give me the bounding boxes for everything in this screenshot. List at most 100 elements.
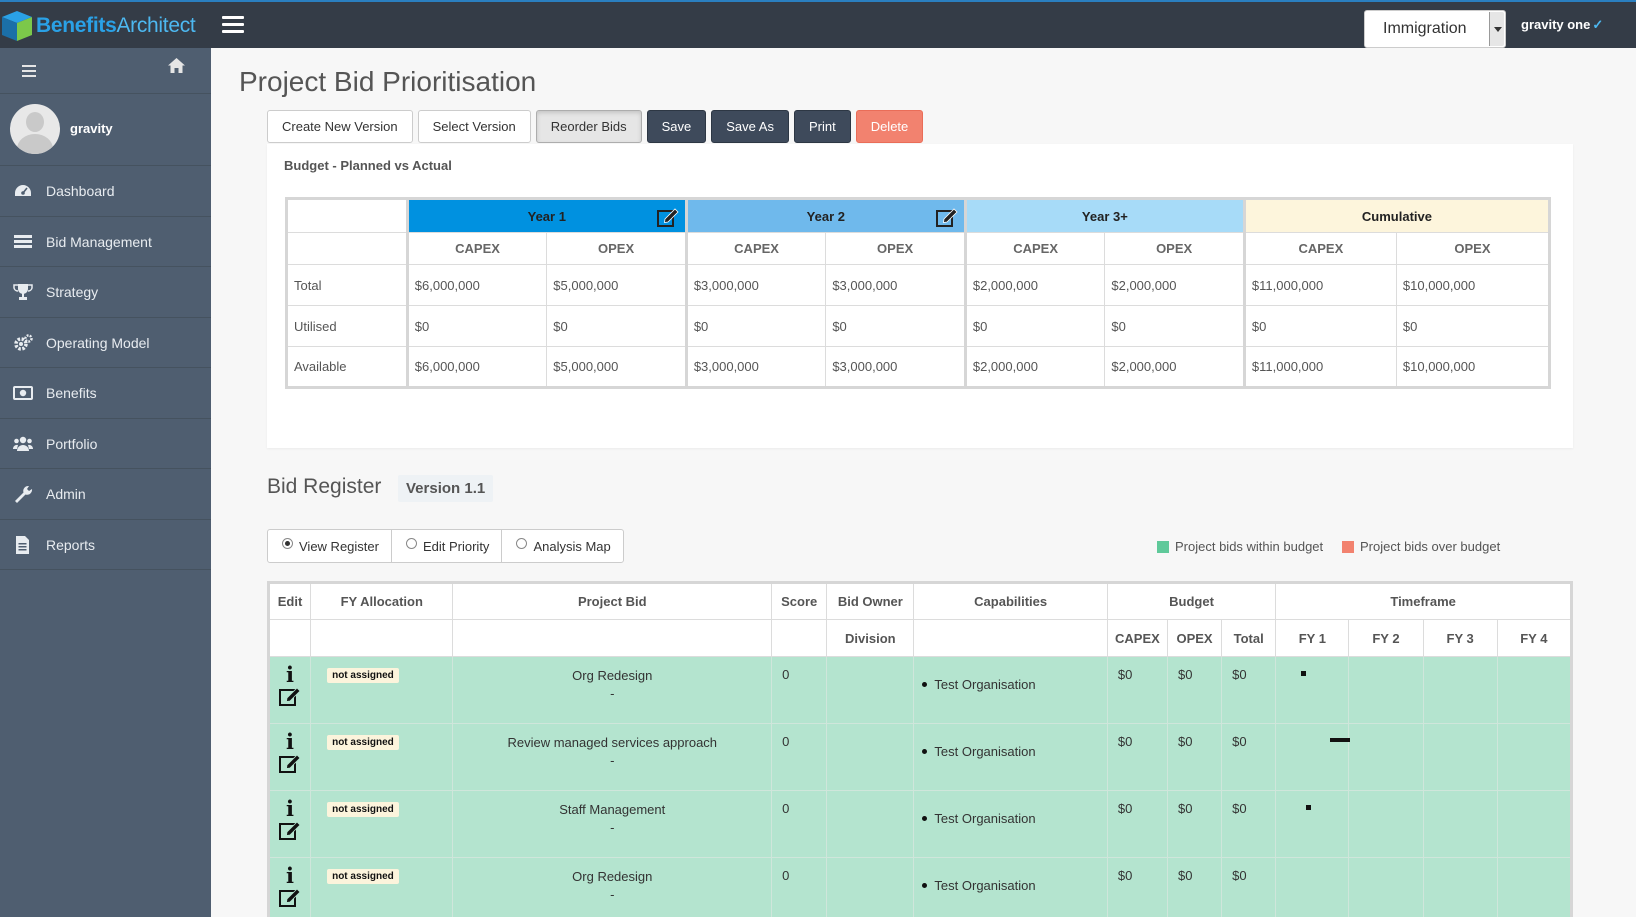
fy3-cell	[1422, 723, 1498, 791]
division-header[interactable]: Division	[826, 619, 915, 657]
table-row: i not assigned Staff Management - 0 Test …	[267, 790, 1573, 858]
capability-label: Test Organisation	[934, 811, 1036, 826]
edit-priority-radio[interactable]: Edit Priority	[392, 530, 503, 562]
sidebar-item-strategy[interactable]: Strategy	[0, 267, 211, 318]
create-version-button[interactable]: Create New Version	[267, 110, 413, 143]
sidebar-item-reports[interactable]: Reports	[0, 520, 211, 570]
edit-icon[interactable]	[279, 887, 301, 907]
bid-name[interactable]: Org Redesign	[453, 868, 771, 886]
capabilities-cell: Test Organisation	[913, 656, 1108, 724]
bid-name[interactable]: Review managed services approach	[453, 734, 771, 752]
info-icon[interactable]: i	[270, 664, 310, 685]
bid-name[interactable]: Staff Management	[453, 801, 771, 819]
fy-allocation-cell: not assigned	[310, 790, 454, 858]
file-icon	[16, 535, 29, 554]
capex-header: CAPEX	[963, 232, 1106, 265]
tenant-select[interactable]: Immigration	[1364, 10, 1506, 48]
print-button[interactable]: Print	[793, 110, 851, 143]
budget-cell: $5,000,000	[546, 346, 687, 388]
bullet-icon	[922, 816, 928, 821]
sidebar-item-label: Strategy	[46, 284, 99, 300]
opex-header: OPEX	[546, 232, 687, 265]
edit-icon[interactable]	[935, 207, 958, 227]
radio-unchecked-icon	[516, 537, 528, 549]
sidebar-item-admin[interactable]: Admin	[0, 469, 211, 520]
bid-name[interactable]: Org Redesign	[453, 667, 771, 685]
reorder-bids-button[interactable]: Reorder Bids	[535, 110, 642, 143]
sidebar-item-portfolio[interactable]: Portfolio	[0, 419, 211, 469]
edit-icon[interactable]	[279, 686, 301, 706]
opex-header: OPEX	[825, 232, 966, 265]
radio-label: View Register	[299, 538, 379, 554]
budget-cell: $0	[825, 305, 966, 347]
bid-owner-cell	[826, 723, 915, 791]
fy-allocation-header[interactable]: FY Allocation	[310, 582, 454, 620]
legend-within-budget: Project bids within budget	[1157, 539, 1323, 554]
total-cell: $0	[1221, 790, 1277, 858]
budget-cell: $11,000,000	[1242, 346, 1397, 388]
fy3-header: FY 3	[1422, 619, 1498, 657]
user-menu[interactable]: gravity one ✓	[1521, 17, 1603, 33]
empty-header-cell	[771, 619, 828, 657]
capabilities-cell: Test Organisation	[913, 723, 1108, 791]
budget-cell: $6,000,000	[405, 346, 548, 388]
edit-icon[interactable]	[656, 207, 679, 227]
view-register-radio[interactable]: View Register	[268, 530, 392, 562]
project-bid-header[interactable]: Project Bid	[452, 582, 773, 620]
version-badge: Version 1.1	[398, 475, 494, 502]
sidebar-item-benefits[interactable]: Benefits	[0, 368, 211, 419]
budget-row-total: Total $6,000,000 $5,000,000 $3,000,000 $…	[286, 264, 1551, 306]
score-header[interactable]: Score	[771, 582, 828, 620]
budget-cell: $10,000,000	[1395, 264, 1551, 306]
opex-col-header: OPEX	[1166, 619, 1223, 657]
project-bid-cell: Staff Management -	[452, 790, 773, 858]
edit-icon[interactable]	[279, 753, 301, 773]
capability-label: Test Organisation	[934, 878, 1036, 893]
budget-cell: $6,000,000	[405, 264, 548, 306]
empty-header-cell	[267, 619, 312, 657]
analysis-map-radio[interactable]: Analysis Map	[502, 530, 622, 562]
fy2-cell	[1348, 656, 1424, 724]
info-icon[interactable]: i	[270, 731, 310, 752]
allocation-badge: not assigned	[327, 802, 399, 817]
capabilities-cell: Test Organisation	[913, 790, 1108, 858]
bid-owner-header[interactable]: Bid Owner	[826, 582, 915, 620]
info-icon[interactable]: i	[270, 865, 310, 886]
capex-cell: $0	[1106, 723, 1168, 791]
home-icon[interactable]	[168, 58, 185, 78]
info-icon[interactable]: i	[270, 798, 310, 819]
sidebar-collapse-icon[interactable]	[22, 65, 36, 80]
select-version-button[interactable]: Select Version	[417, 110, 531, 143]
budget-cell: $3,000,000	[684, 346, 827, 388]
capabilities-header: Capabilities	[913, 582, 1108, 620]
cube-logo-icon	[2, 11, 32, 41]
opex-header: OPEX	[1395, 232, 1551, 265]
budget-cell: $0	[1395, 305, 1551, 347]
budget-table: Year 1 Year 2 Year 3+ Cumulative CAPEX O…	[285, 197, 1551, 389]
edit-col-header: Edit	[267, 582, 312, 620]
menu-toggle-icon[interactable]	[222, 16, 244, 34]
fy3-cell	[1422, 656, 1498, 724]
legend-swatch-red	[1342, 540, 1354, 553]
user-menu-name: gravity one	[1521, 17, 1591, 32]
save-as-button[interactable]: Save As	[711, 110, 789, 143]
bullet-icon	[922, 883, 928, 888]
year-3-header: Year 3+	[963, 198, 1245, 233]
version-toolbar: Create New Version Select Version Reorde…	[267, 110, 928, 143]
sidebar-item-dashboard[interactable]: Dashboard	[0, 166, 211, 217]
brand-logo-link[interactable]: BenefitsArchitect	[0, 8, 196, 44]
delete-button[interactable]: Delete	[855, 110, 924, 143]
bid-owner-cell	[826, 857, 915, 917]
save-button[interactable]: Save	[646, 110, 707, 143]
sidebar-item-operating-model[interactable]: Operating Model	[0, 318, 211, 368]
budget-row-label: Available	[286, 346, 408, 388]
cumulative-header: Cumulative	[1242, 198, 1551, 233]
edit-icon[interactable]	[279, 820, 301, 840]
budget-sub-header-row: CAPEX OPEX CAPEX OPEX CAPEX OPEX CAPEX O…	[286, 232, 1551, 265]
budget-cell: $11,000,000	[1242, 264, 1397, 306]
sidebar-item-bid-management[interactable]: Bid Management	[0, 217, 211, 267]
budget-panel-title: Budget - Planned vs Actual	[284, 158, 452, 173]
budget-cell: $0	[1242, 305, 1397, 347]
budget-cell: $10,000,000	[1395, 346, 1551, 388]
timeframe-header: Timeframe	[1275, 582, 1572, 620]
